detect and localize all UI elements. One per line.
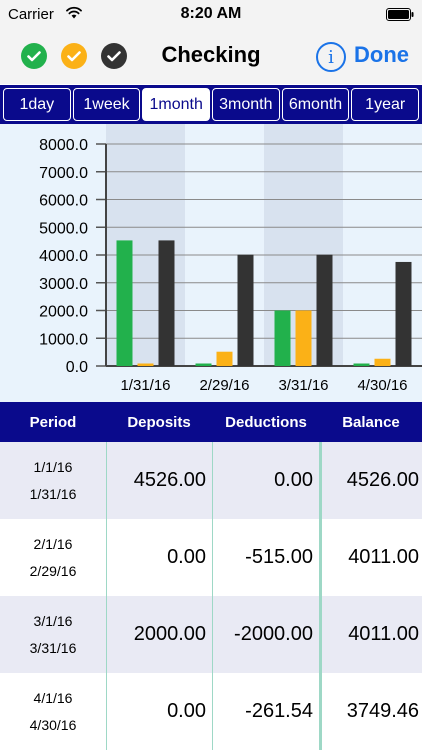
balance-cell: 4526.00 bbox=[320, 442, 422, 519]
chart-bar bbox=[295, 310, 312, 366]
period-tabs: 1day 1week 1month 3month 6month 1year bbox=[0, 85, 422, 124]
period-cell: 4/1/16 4/30/16 bbox=[0, 673, 106, 750]
period-cell: 1/1/16 1/31/16 bbox=[0, 442, 106, 519]
chart-bar bbox=[195, 363, 212, 366]
period-start: 4/1/16 bbox=[33, 689, 73, 706]
chart-bar bbox=[137, 363, 154, 366]
chart-bar bbox=[395, 261, 412, 366]
y-tick-label: 3000.0 bbox=[39, 276, 88, 293]
y-tick-label: 8000.0 bbox=[39, 137, 88, 154]
nav-bar: Checking i Done bbox=[0, 30, 422, 84]
period-start: 1/1/16 bbox=[33, 458, 73, 475]
deposits-check-icon[interactable] bbox=[21, 43, 47, 69]
table-header: Period Deposits Deductions Balance bbox=[0, 402, 422, 442]
tab-1week[interactable]: 1week bbox=[72, 88, 141, 121]
period-end: 1/31/16 bbox=[29, 485, 77, 502]
deductions-check-icon[interactable] bbox=[61, 43, 87, 69]
done-button[interactable]: Done bbox=[354, 42, 409, 68]
y-tick-label: 1000.0 bbox=[39, 331, 88, 348]
y-tick-label: 5000.0 bbox=[39, 220, 88, 237]
deductions-cell: -261.54 bbox=[212, 673, 320, 750]
period-cell: 3/1/16 3/31/16 bbox=[0, 596, 106, 673]
clock: 8:20 AM bbox=[180, 5, 242, 22]
x-tick-label: 4/30/16 bbox=[357, 377, 407, 394]
x-tick-label: 1/31/16 bbox=[120, 377, 170, 394]
balance-cell: 4011.00 bbox=[320, 596, 422, 673]
status-bar: Carrier 8:20 AM bbox=[0, 0, 422, 30]
header-deposits: Deposits bbox=[127, 413, 191, 431]
deposits-cell: 0.00 bbox=[106, 673, 212, 750]
chart-bar bbox=[216, 351, 233, 366]
balance-cell: 3749.46 bbox=[320, 673, 422, 750]
deductions-cell: 0.00 bbox=[212, 442, 320, 519]
tab-1year[interactable]: 1year bbox=[351, 88, 420, 121]
table-row[interactable]: 4/1/16 4/30/16 0.00 -261.54 3749.46 bbox=[0, 673, 422, 750]
x-tick-label: 2/29/16 bbox=[199, 377, 249, 394]
period-end: 3/31/16 bbox=[29, 639, 77, 656]
table-row[interactable]: 3/1/16 3/31/16 2000.00 -2000.00 4011.00 bbox=[0, 596, 422, 673]
tab-6month[interactable]: 6month bbox=[281, 88, 350, 121]
chart-bar bbox=[353, 363, 370, 366]
table-row[interactable]: 1/1/16 1/31/16 4526.00 0.00 4526.00 bbox=[0, 442, 422, 519]
header-deductions: Deductions bbox=[225, 413, 307, 431]
header-period: Period bbox=[29, 413, 77, 431]
period-end: 4/30/16 bbox=[29, 716, 77, 733]
tab-3month[interactable]: 3month bbox=[212, 88, 280, 121]
x-tick-label: 3/31/16 bbox=[278, 377, 328, 394]
chart-bar bbox=[316, 254, 333, 366]
header-balance: Balance bbox=[342, 413, 400, 431]
y-tick-label: 2000.0 bbox=[39, 304, 88, 321]
period-start: 3/1/16 bbox=[33, 612, 73, 629]
info-icon[interactable]: i bbox=[316, 42, 346, 72]
deposits-cell: 0.00 bbox=[106, 519, 212, 596]
y-tick-label: 0.0 bbox=[66, 359, 88, 376]
period-cell: 2/1/16 2/29/16 bbox=[0, 519, 106, 596]
table-row[interactable]: 2/1/16 2/29/16 0.00 -515.00 4011.00 bbox=[0, 519, 422, 596]
period-end: 2/29/16 bbox=[29, 562, 77, 579]
chart-bar bbox=[116, 240, 133, 366]
deposits-cell: 4526.00 bbox=[106, 442, 212, 519]
y-tick-label: 7000.0 bbox=[39, 165, 88, 182]
deposits-cell: 2000.00 bbox=[106, 596, 212, 673]
chart-bar bbox=[274, 310, 291, 366]
chart-bar bbox=[374, 358, 391, 366]
deductions-cell: -2000.00 bbox=[212, 596, 320, 673]
tab-1month[interactable]: 1month bbox=[142, 88, 211, 121]
transactions-table: 1/1/16 1/31/16 4526.00 0.00 4526.00 2/1/… bbox=[0, 442, 422, 750]
balance-check-icon[interactable] bbox=[101, 43, 127, 69]
deductions-cell: -515.00 bbox=[212, 519, 320, 596]
chart-bar bbox=[158, 240, 175, 366]
bar-chart: 0.0 1000.0 2000.0 3000.0 4000.0 5000.0 6000.0 7… bbox=[0, 124, 422, 402]
chart-canvas: 0.0 1000.0 2000.0 3000.0 4000.0 5000.0 6000.0 7… bbox=[39, 124, 422, 394]
y-tick-label: 6000.0 bbox=[39, 193, 88, 210]
y-tick-label: 4000.0 bbox=[39, 248, 88, 265]
balance-cell: 4011.00 bbox=[320, 519, 422, 596]
chart-bar bbox=[237, 254, 254, 366]
period-start: 2/1/16 bbox=[33, 535, 73, 552]
battery-icon bbox=[386, 8, 414, 26]
tab-1day[interactable]: 1day bbox=[3, 88, 71, 121]
